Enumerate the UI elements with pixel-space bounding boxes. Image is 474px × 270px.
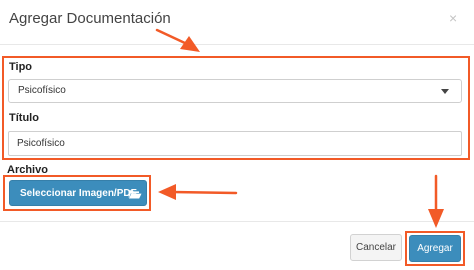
header-divider [0,44,474,45]
select-file-button[interactable]: Seleccionar Imagen/PDF [9,180,147,206]
footer-divider [0,221,474,222]
titulo-label: Título [9,112,39,124]
caret-down-icon [441,89,449,94]
tipo-label: Tipo [9,61,33,73]
close-icon[interactable]: × [449,11,457,25]
arrow-to-form [155,28,200,52]
select-file-button-label: Seleccionar Imagen/PDF [20,188,137,199]
add-button[interactable]: Agregar [409,235,461,262]
cancel-button[interactable]: Cancelar [350,234,402,261]
modal-title: Agregar Documentación [9,10,171,27]
folder-open-icon [128,190,142,199]
tipo-selected-value: Psicofísico [18,85,66,96]
add-documentation-modal: Agregar Documentación × Tipo Psicofísico… [0,0,474,270]
titulo-input[interactable] [8,131,462,156]
archivo-label: Archivo [7,164,48,176]
tipo-select[interactable]: Psicofísico [8,79,462,103]
arrow-to-upload-button [158,184,238,200]
